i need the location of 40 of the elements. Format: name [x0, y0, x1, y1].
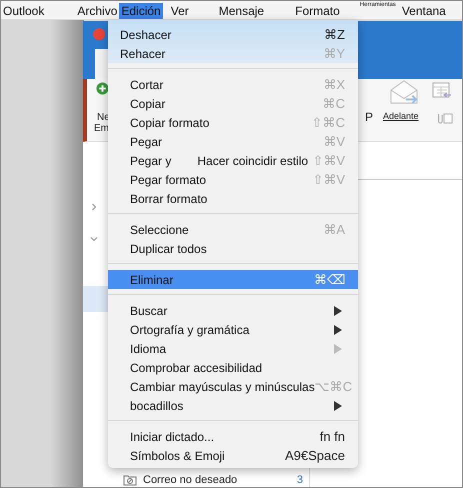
- menu-item[interactable]: Copiar formato ⇧⌘C: [108, 113, 358, 132]
- menu-item[interactable]: Pegar ⌘V: [108, 132, 358, 151]
- menu-item[interactable]: Eliminar ⌘⌫: [108, 270, 358, 289]
- junk-folder-icon: [123, 474, 137, 486]
- menu-item[interactable]: Rehacer ⌘Y: [108, 44, 358, 63]
- menu-bar-item[interactable]: Archivo: [75, 3, 120, 19]
- close-icon[interactable]: [93, 28, 105, 40]
- menu-item[interactable]: Deshacer ⌘Z: [108, 25, 358, 44]
- chevron-right-icon[interactable]: [91, 202, 97, 212]
- menu-item[interactable]: Cambiar mayúsculas y minúsculas⌥⌘C: [108, 377, 358, 396]
- calendar-icon[interactable]: [432, 81, 452, 99]
- chevron-down-icon[interactable]: [89, 236, 99, 242]
- unread-count: 3: [296, 474, 303, 486]
- menu-bar-item[interactable]: Mensaje: [216, 3, 266, 19]
- menu-item[interactable]: Idioma: [108, 339, 358, 358]
- menu-item[interactable]: Seleccione ⌘A: [108, 220, 358, 239]
- folder-item[interactable]: Correo no deseado 3: [123, 472, 303, 487]
- menu-item[interactable]: Cortar ⌘X: [108, 75, 358, 94]
- menu-bar-item[interactable]: Ventana: [400, 3, 448, 19]
- menu-item[interactable]: Iniciar dictado... fn fn: [108, 427, 358, 446]
- menu-item[interactable]: Buscar: [108, 301, 358, 320]
- menu-item[interactable]: bocadillos: [108, 396, 358, 415]
- envelope-icon[interactable]: [389, 79, 419, 105]
- folder-name: Correo no deseado: [143, 474, 238, 486]
- menu-bar-item[interactable]: Outlook: [1, 3, 46, 19]
- menu-item[interactable]: Comprobar accesibilidad: [108, 358, 358, 377]
- menu-bar-item[interactable]: Edición: [119, 3, 163, 19]
- menu-bar-item[interactable]: Ver: [168, 3, 191, 19]
- menu-item[interactable]: Ortografía y gramática: [108, 320, 358, 339]
- menu-bar-item[interactable]: Formato: [293, 3, 342, 19]
- menu-item[interactable]: Pegar formato ⇧⌘V: [108, 170, 358, 189]
- plus-icon[interactable]: [96, 82, 109, 95]
- menu-item[interactable]: Copiar ⌘C: [108, 94, 358, 113]
- attachment-icon[interactable]: [435, 112, 453, 125]
- toolbar-label: P: [365, 110, 374, 124]
- menu-item[interactable]: Símbolos & Emoji A9€Space: [108, 446, 358, 465]
- menu-item[interactable]: Duplicar todos: [108, 239, 358, 258]
- menu-item[interactable]: Pegar y Hacer coincidir estilo ⇧⌘V: [108, 151, 358, 170]
- menu-item[interactable]: Borrar formato: [108, 189, 358, 208]
- toolbar-label: Adelante: [383, 111, 419, 121]
